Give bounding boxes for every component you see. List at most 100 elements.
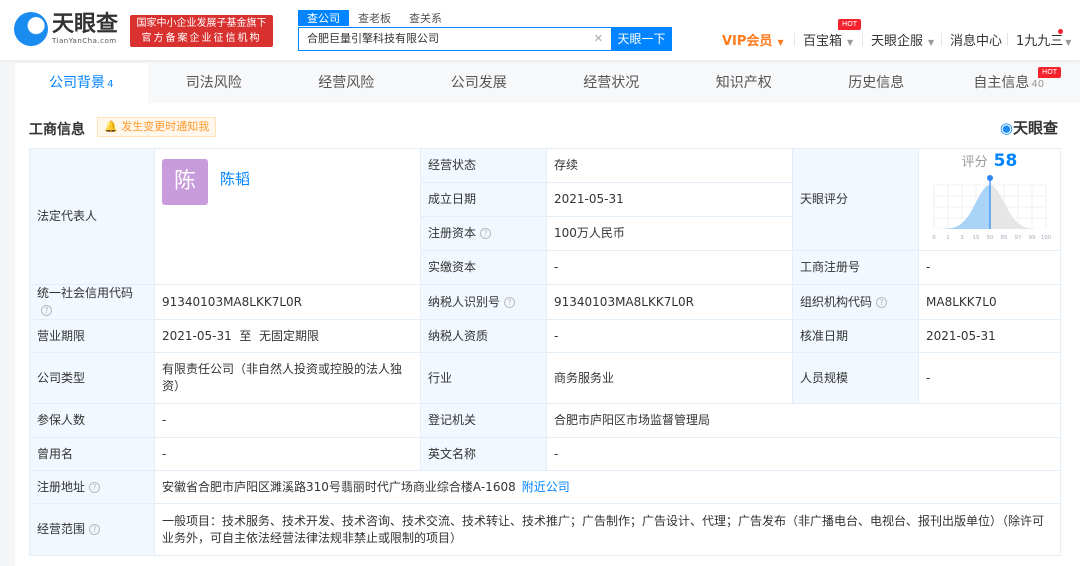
user-menu[interactable]: 1九九三 ▼ bbox=[1016, 30, 1071, 49]
badge-line1: 国家中小企业发展子基金旗下 bbox=[136, 18, 267, 29]
org-code-label: 组织机构代码? bbox=[792, 284, 919, 320]
biz-reg-value: - bbox=[918, 250, 1061, 285]
messages-link[interactable]: 消息中心 bbox=[950, 30, 1002, 49]
logo-text: 天眼查 bbox=[52, 12, 119, 37]
caret-down-icon: ▼ bbox=[1065, 38, 1072, 47]
tick-label: 97 bbox=[1014, 235, 1021, 241]
notify-change-button[interactable]: 🔔 发生变更时通知我 bbox=[97, 117, 217, 137]
clear-icon[interactable]: ✕ bbox=[594, 28, 603, 50]
reg-capital-value: 100万人民币 bbox=[546, 216, 793, 251]
enterprise-label: 天眼企服 bbox=[871, 34, 924, 49]
tab-company-development[interactable]: 公司发展 bbox=[413, 63, 546, 103]
badge-line2: 官方备案企业征信机构 bbox=[141, 33, 262, 44]
paid-capital-label: 实缴资本 bbox=[420, 250, 547, 285]
logo-domain: TianYanCha.com bbox=[52, 37, 117, 45]
search-tab-relation[interactable]: 查关系 bbox=[400, 10, 451, 26]
treasure-label: 百宝箱 bbox=[803, 34, 843, 49]
tab-company-background[interactable]: 公司背景 4 bbox=[15, 63, 148, 103]
help-icon[interactable]: ? bbox=[89, 524, 101, 535]
notification-dot bbox=[1058, 29, 1063, 34]
address-label: 注册地址? bbox=[29, 470, 155, 504]
industry-value: 商务服务业 bbox=[546, 352, 793, 404]
logo-eye-icon bbox=[14, 12, 48, 46]
score-distribution-chart: 0 1 3 15 50 85 97 99 100 bbox=[932, 175, 1051, 241]
tick-label: 15 bbox=[972, 235, 979, 241]
vip-menu[interactable]: VIP会员 ▼ bbox=[722, 30, 784, 49]
hot-badge: HOT bbox=[1037, 67, 1061, 78]
treasure-menu[interactable]: 百宝箱 ▼ bbox=[803, 30, 853, 49]
tab-history[interactable]: 历史信息 bbox=[810, 63, 943, 103]
brand-watermark: ◉天眼查 bbox=[1000, 117, 1058, 138]
tab-ip[interactable]: 知识产权 bbox=[678, 63, 811, 103]
taxpayer-id-value: 91340103MA8LKK7L0R bbox=[546, 284, 793, 320]
authority-label: 登记机关 bbox=[420, 403, 547, 438]
type-value: 有限责任公司（非自然人投资或控股的法人独资） bbox=[154, 352, 421, 404]
legal-rep-name[interactable]: 陈韬 bbox=[220, 171, 250, 188]
tick-label: 1 bbox=[946, 235, 950, 241]
help-icon[interactable]: ? bbox=[89, 481, 101, 493]
label-text: 纳税人识别号 bbox=[428, 294, 501, 309]
search-tab-company[interactable]: 查公司 bbox=[298, 10, 349, 26]
address-cell: 安徽省合肥市庐阳区濉溪路310号翡丽时代广场商业综合楼A-1608 附近公司 bbox=[154, 470, 1061, 504]
label-text: 注册资本 bbox=[428, 226, 477, 241]
tick-label: 50 bbox=[986, 235, 993, 241]
search-tab-boss[interactable]: 查老板 bbox=[349, 10, 400, 26]
tab-self-info[interactable]: 自主信息 40 HOT bbox=[943, 63, 1076, 103]
score-title: 评分 bbox=[961, 155, 988, 170]
tick-label: 100 bbox=[1040, 235, 1051, 241]
bell-icon: 🔔 bbox=[104, 120, 118, 133]
credit-code-label: 统一社会信用代码? bbox=[29, 284, 155, 320]
tab-label: 自主信息 bbox=[973, 75, 1030, 91]
help-icon[interactable]: ? bbox=[876, 296, 888, 308]
search-button[interactable]: 天眼一下 bbox=[611, 27, 672, 51]
vip-label: VIP会员 bbox=[722, 34, 773, 49]
legal-rep-cell: 陈陈韬 bbox=[154, 148, 421, 285]
search-input[interactable]: 合肥巨量引擎科技有限公司 ✕ bbox=[298, 27, 612, 51]
search-value: 合肥巨量引擎科技有限公司 bbox=[307, 32, 439, 45]
tab-operations[interactable]: 经营状况 bbox=[545, 63, 678, 103]
caret-down-icon: ▼ bbox=[928, 38, 935, 47]
org-code-value: MA8LKK7L0 bbox=[918, 284, 1061, 320]
label-text: 组织机构代码 bbox=[800, 294, 873, 309]
address-value: 安徽省合肥市庐阳区濉溪路310号翡丽时代广场商业综合楼A-1608 bbox=[162, 479, 516, 494]
tab-label: 历史信息 bbox=[848, 75, 905, 91]
score-cell: 评分 58 0 1 3 15 50 85 97 99 100 bbox=[918, 148, 1061, 251]
former-name-value: - bbox=[154, 437, 421, 471]
industry-label: 行业 bbox=[420, 352, 547, 404]
status-label: 经营状态 bbox=[420, 148, 547, 183]
tab-label: 公司背景 bbox=[49, 75, 106, 91]
staff-label: 人员规模 bbox=[792, 352, 919, 404]
nearby-companies-link[interactable]: 附近公司 bbox=[522, 480, 570, 494]
scope-value: 一般项目：技术服务、技术开发、技术咨询、技术交流、技术转让、技术推广；广告制作；… bbox=[154, 503, 1061, 556]
top-header: 天眼查 TianYanCha.com 国家中小企业发展子基金旗下 官方备案企业征信机… bbox=[0, 0, 1080, 60]
caret-down-icon: ▼ bbox=[777, 38, 784, 47]
logo[interactable]: 天眼查 TianYanCha.com bbox=[14, 12, 118, 46]
founded-label: 成立日期 bbox=[420, 181, 547, 218]
score-value: 58 bbox=[993, 151, 1018, 171]
tab-label: 司法风险 bbox=[185, 75, 242, 91]
insured-label: 参保人数 bbox=[29, 403, 155, 438]
tab-label: 经营状况 bbox=[583, 75, 640, 91]
business-info-table: 法定代表人 陈陈韬 经营状态 存续 天眼评分 评分 58 0 1 3 15 50 85 97 9… bbox=[29, 148, 1061, 556]
term-value: 2021-05-31 至 无固定期限 bbox=[154, 319, 421, 353]
status-value: 存续 bbox=[546, 148, 793, 183]
type-label: 公司类型 bbox=[29, 352, 155, 404]
label-text: 统一社会信用代码 bbox=[37, 286, 134, 300]
main-tabs: 公司背景 4 司法风险 经营风险 公司发展 经营状况 知识产权 历史信息 自主信息… bbox=[15, 63, 1080, 103]
tab-business-risk[interactable]: 经营风险 bbox=[280, 63, 413, 103]
business-info-card: 工商信息 🔔 发生变更时通知我 ◉天眼查 法定代表人 陈陈韬 经营状态 存续 天… bbox=[15, 103, 1080, 566]
help-icon[interactable]: ? bbox=[480, 228, 492, 240]
label-text: 经营范围 bbox=[37, 522, 86, 536]
help-icon[interactable]: ? bbox=[504, 296, 516, 308]
approval-label: 核准日期 bbox=[792, 319, 919, 353]
authority-value: 合肥市庐阳区市场监督管理局 bbox=[546, 403, 1061, 438]
approval-value: 2021-05-31 bbox=[918, 319, 1061, 353]
tick-label: 0 bbox=[932, 235, 936, 241]
enterprise-menu[interactable]: 天眼企服 ▼ bbox=[871, 30, 934, 49]
help-icon[interactable]: ? bbox=[41, 305, 52, 316]
scope-label: 经营范围? bbox=[29, 503, 155, 556]
term-label: 营业期限 bbox=[29, 319, 155, 353]
taxpayer-qual-value: - bbox=[546, 319, 793, 353]
tab-label: 经营风险 bbox=[318, 75, 375, 91]
tab-legal-risk[interactable]: 司法风险 bbox=[148, 63, 281, 103]
